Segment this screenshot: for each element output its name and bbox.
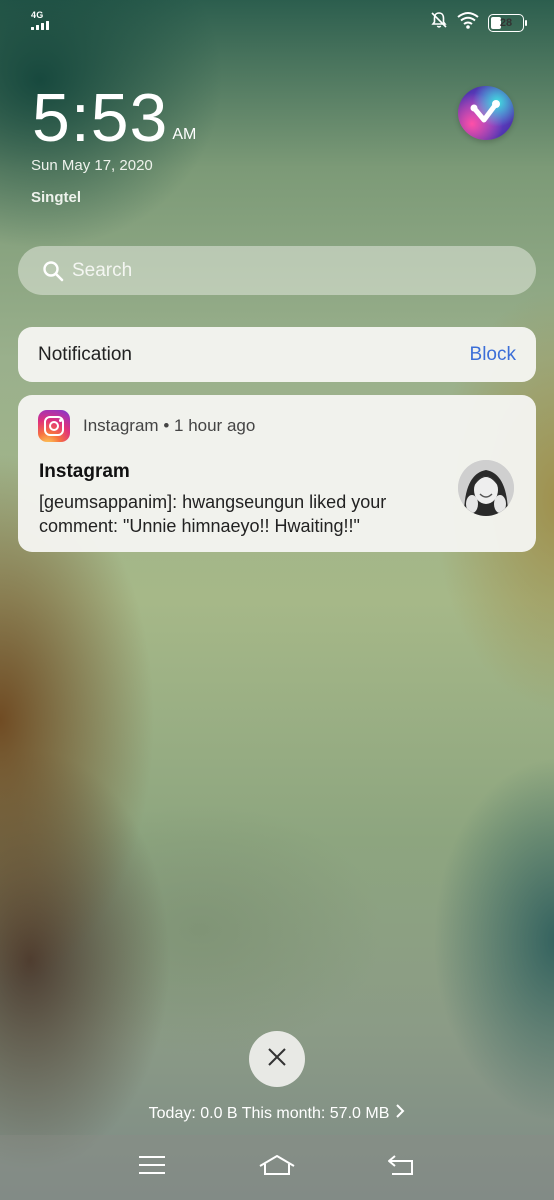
silent-bell-icon: [430, 11, 448, 34]
battery-icon: 28: [488, 13, 527, 32]
back-icon: [387, 1154, 417, 1181]
navigation-bar: [0, 1135, 554, 1200]
block-button[interactable]: Block: [470, 344, 516, 366]
carrier-name: Singtel: [31, 189, 82, 206]
notification-title: Instagram: [39, 461, 130, 482]
wifi-icon: [456, 11, 480, 34]
data-usage-text: Today: 0.0 B This month: 57.0 MB: [148, 1105, 390, 1122]
avatar: [458, 460, 514, 516]
instagram-notification[interactable]: Instagram • 1 hour ago Instagram [geumsa…: [18, 395, 536, 552]
network-type: 4G: [31, 10, 44, 20]
search-input[interactable]: Search: [18, 246, 536, 295]
status-bar: 4G 28: [0, 0, 554, 40]
home-icon: [258, 1154, 296, 1181]
search-placeholder: Search: [72, 259, 133, 281]
clock-time: 5:53: [32, 80, 169, 156]
notification-body: [geumsappanim]: hwangseungun liked your …: [39, 492, 387, 536]
lock-clock: 5:53 AM: [32, 84, 196, 152]
notification-header-title: Notification: [38, 343, 132, 365]
search-icon: [42, 260, 64, 282]
notification-time: 1 hour ago: [174, 416, 256, 435]
clock-ampm: AM: [172, 126, 197, 143]
lock-date: Sun May 17, 2020: [31, 157, 153, 174]
back-button[interactable]: [382, 1152, 422, 1184]
cellular-signal-icon: 4G: [30, 10, 54, 30]
home-button[interactable]: [257, 1152, 297, 1184]
menu-icon: [138, 1155, 166, 1180]
close-icon: [266, 1046, 288, 1073]
notification-header: Notification Block: [18, 327, 536, 382]
chevron-right-icon: [395, 1104, 405, 1123]
meta-separator: •: [163, 416, 175, 435]
data-usage-link[interactable]: Today: 0.0 B This month: 57.0 MB: [0, 1104, 554, 1123]
battery-level-text: 28: [499, 16, 513, 29]
notification-meta: Instagram • 1 hour ago: [83, 416, 255, 436]
instagram-icon: [38, 410, 70, 442]
assistant-app-icon[interactable]: [458, 86, 514, 140]
close-button[interactable]: [249, 1031, 305, 1087]
notification-app-name: Instagram: [83, 416, 159, 435]
menu-button[interactable]: [132, 1152, 172, 1184]
